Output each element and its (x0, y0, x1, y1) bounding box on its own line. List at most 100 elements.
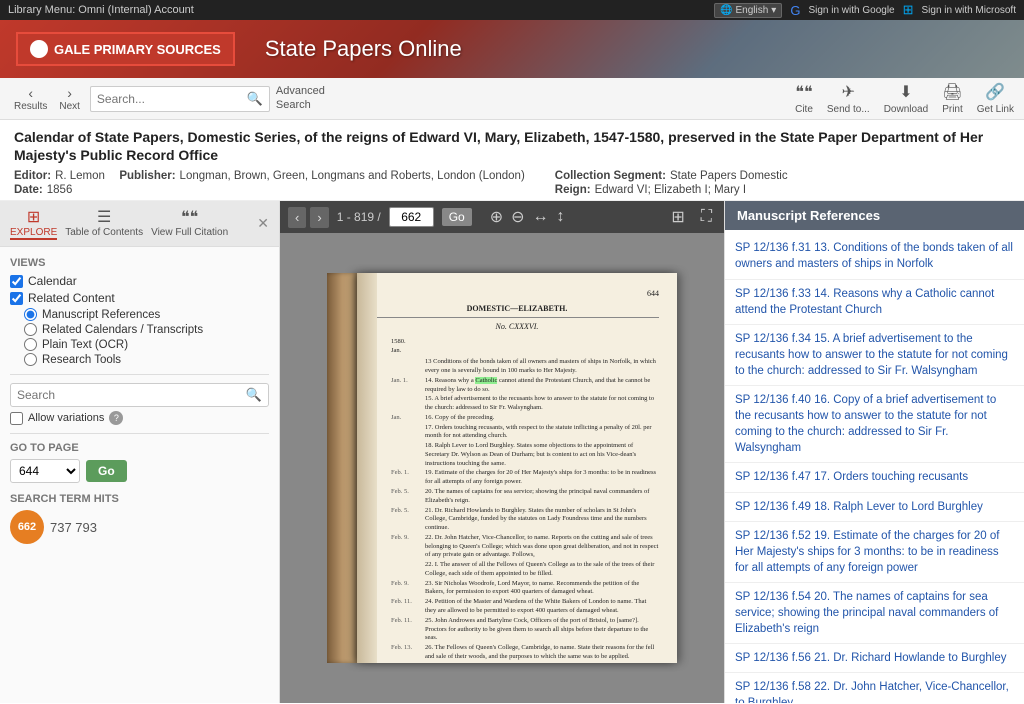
download-button[interactable]: ⬇ Download (884, 82, 928, 115)
radio-plaintext[interactable]: Plain Text (OCR) (24, 338, 269, 351)
tab-toc-label: Table of Contents (65, 227, 143, 238)
sign-in-google-button[interactable]: Sign in with Google (808, 5, 894, 16)
ref-item-10[interactable]: SP 12/136 f.58 22. Dr. John Hatcher, Vic… (725, 673, 1024, 703)
manuscript-references-panel: Manuscript References SP 12/136 f.31 13.… (724, 201, 1024, 703)
advanced-search-button[interactable]: AdvancedSearch (276, 85, 325, 111)
library-menu-label: Library Menu: Omni (Internal) Account (8, 4, 194, 16)
viewer-prev-button[interactable]: ‹ (288, 207, 306, 228)
hits-row: 662 737 793 (10, 510, 269, 544)
main-content: ⊞ EXPLORE ☰ Table of Contents ❝❝ View Fu… (0, 201, 1024, 703)
calendar-label: Calendar (28, 274, 77, 288)
page-select[interactable]: 644 (10, 459, 80, 483)
explore-search-input[interactable] (17, 388, 246, 402)
highlight-text: Catholic (475, 377, 497, 384)
page-line: Feb. 13. 27. Note of the clear yearly re… (391, 663, 659, 664)
ref-item-6[interactable]: SP 12/136 f.49 18. Ralph Lever to Lord B… (725, 493, 1024, 522)
thumbnail-view-button[interactable]: ⊞ (667, 207, 688, 227)
send-to-button[interactable]: ✈ Send to... (827, 82, 870, 115)
cite-label: Cite (795, 104, 813, 115)
explore-search-icon[interactable]: 🔍 (246, 387, 262, 403)
results-button[interactable]: ‹ Results (10, 83, 51, 114)
toc-icon: ☰ (97, 207, 111, 227)
download-label: Download (884, 104, 928, 115)
publisher-label: Publisher: (119, 170, 175, 182)
divider-2 (10, 433, 269, 434)
language-button[interactable]: 🌐 English ▾ (714, 3, 782, 18)
radio-research[interactable]: Research Tools (24, 353, 269, 366)
fit-height-button[interactable]: ↕ (555, 208, 567, 226)
page-line: Feb. 5. 21. Dr. Richard Howlands to Burg… (391, 507, 659, 533)
ref-item-1[interactable]: SP 12/136 f.31 13. Conditions of the bon… (725, 234, 1024, 279)
ref-item-7[interactable]: SP 12/136 f.52 19. Estimate of the charg… (725, 522, 1024, 583)
view-calendar-item[interactable]: Calendar (10, 274, 269, 288)
calendars-radio-label: Related Calendars / Transcripts (42, 324, 203, 336)
page-header: DOMESTIC—ELIZABETH. (375, 304, 659, 318)
print-button[interactable]: 🖨 Print (942, 82, 963, 115)
manuscript-radio[interactable] (24, 308, 37, 321)
radio-manuscript[interactable]: Manuscript References (24, 308, 269, 321)
viewer-go-button[interactable]: Go (442, 208, 472, 226)
tab-explore[interactable]: ⊞ EXPLORE (10, 207, 57, 240)
search-icon[interactable]: 🔍 (247, 91, 263, 107)
date-label: Date: (14, 184, 43, 196)
ref-item-5[interactable]: SP 12/136 f.47 17. Orders touching recus… (725, 463, 1024, 492)
viewer-next-button[interactable]: › (310, 207, 328, 228)
allow-variations-checkbox[interactable] (10, 412, 23, 425)
zoom-in-button[interactable]: ⊕ (488, 207, 505, 227)
tab-table-of-contents[interactable]: ☰ Table of Contents (65, 207, 143, 240)
zoom-out-button[interactable]: ⊖ (509, 207, 526, 227)
cite-button[interactable]: ❝❝ Cite (795, 82, 813, 115)
go-page-button[interactable]: Go (86, 460, 127, 482)
link-icon: 🔗 (985, 82, 1005, 102)
publisher-value: Longman, Brown, Green, Longmans and Robe… (180, 170, 525, 182)
next-button[interactable]: › Next (55, 83, 84, 114)
document-image: 644 DOMESTIC—ELIZABETH. No. CXXXVI. 1580… (280, 233, 724, 703)
related-content-checkbox[interactable] (10, 292, 23, 305)
page-line: 13 Conditions of the bonds taken of all … (391, 358, 659, 376)
gale-logo: GALE PRIMARY SOURCES (16, 32, 235, 66)
help-icon[interactable]: ? (109, 411, 123, 425)
fullscreen-button[interactable]: ⛶ (697, 208, 716, 226)
manuscript-references-list: SP 12/136 f.31 13. Conditions of the bon… (725, 230, 1024, 703)
ref-item-4[interactable]: SP 12/136 f.40 16. Copy of a brief adver… (725, 386, 1024, 463)
page-line: 22. I. The answer of all the Fellows of … (391, 561, 659, 579)
ref-item-2[interactable]: SP 12/136 f.33 14. Reasons why a Catholi… (725, 280, 1024, 325)
page-line: Feb. 5. 20. The names of captains for se… (391, 488, 659, 506)
sign-in-microsoft-button[interactable]: Sign in with Microsoft (922, 5, 1016, 16)
related-content-label: Related Content (28, 291, 115, 305)
collection-segment-label: Collection Segment: (555, 170, 666, 182)
send-to-label: Send to... (827, 104, 870, 115)
views-section-label: VIEWS (10, 257, 269, 269)
get-link-button[interactable]: 🔗 Get Link (977, 82, 1014, 115)
fit-width-button[interactable]: ↔ (531, 208, 551, 226)
plaintext-radio[interactable] (24, 338, 37, 351)
document-meta: Editor: R. Lemon Publisher: Longman, Bro… (14, 170, 1010, 196)
close-explore-button[interactable]: ✕ (257, 215, 269, 232)
toolbar-actions: ❝❝ Cite ✈ Send to... ⬇ Download 🖨 Print … (795, 82, 1014, 115)
page-line: Jan. 1. 14. Reasons why a Catholic canno… (391, 377, 659, 395)
microsoft-icon: ⊞ (903, 2, 914, 18)
viewer-page-input[interactable] (389, 207, 434, 227)
page-line: Feb. 11. 24. Petition of the Master and … (391, 598, 659, 616)
search-input[interactable] (97, 92, 247, 106)
calendars-radio[interactable] (24, 323, 37, 336)
ref-item-8[interactable]: SP 12/136 f.54 20. The names of captains… (725, 583, 1024, 644)
page-line: Feb. 13. 26. The Fellows of Queen's Coll… (391, 644, 659, 662)
sign-in-microsoft-label: Sign in with Microsoft (922, 5, 1016, 16)
download-icon: ⬇ (899, 82, 912, 102)
radio-calendars[interactable]: Related Calendars / Transcripts (24, 323, 269, 336)
tab-view-full-citation[interactable]: ❝❝ View Full Citation (151, 207, 228, 240)
calendar-checkbox[interactable] (10, 275, 23, 288)
explore-header: ⊞ EXPLORE ☰ Table of Contents ❝❝ View Fu… (0, 201, 279, 247)
document-viewer: ‹ › 1 - 819 / Go ⊕ ⊖ ↔ ↕ ⊞ ⛶ 644 DOMESTI… (280, 201, 724, 703)
tab-citation-label: View Full Citation (151, 227, 228, 238)
page-number: 644 (375, 289, 659, 300)
google-icon: G (790, 3, 800, 18)
view-related-item[interactable]: Related Content (10, 291, 269, 305)
allow-variations-row: Allow variations ? (10, 411, 269, 425)
viewer-nav: ‹ › (288, 207, 329, 228)
page-range: 1 - 819 / (337, 210, 381, 224)
ref-item-9[interactable]: SP 12/136 f.56 21. Dr. Richard Howlande … (725, 644, 1024, 673)
ref-item-3[interactable]: SP 12/136 f.34 15. A brief advertisement… (725, 325, 1024, 386)
research-radio[interactable] (24, 353, 37, 366)
